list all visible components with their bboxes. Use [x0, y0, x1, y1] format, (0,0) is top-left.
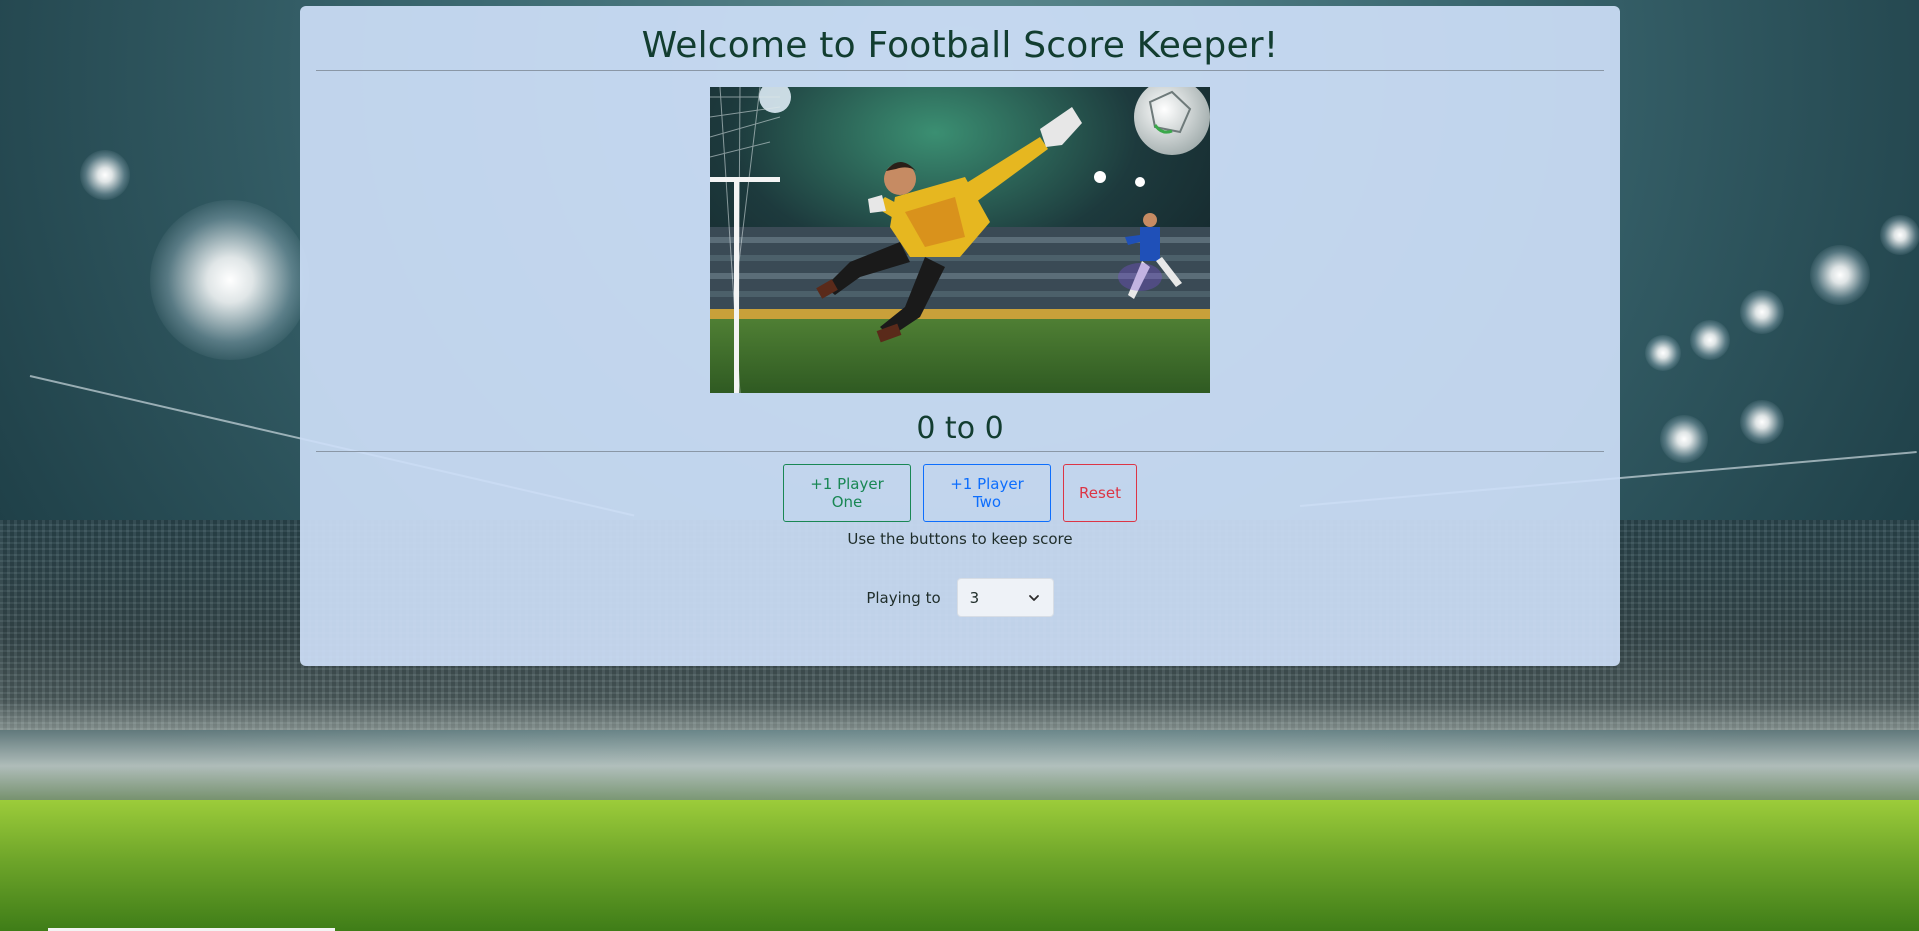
player-one-button[interactable]: +1 Player One [783, 464, 911, 522]
score-display: 0 to 0 [916, 411, 1004, 446]
stadium-light-right-4 [1645, 335, 1681, 371]
title-divider [316, 70, 1604, 71]
stadium-light-left [150, 200, 310, 360]
reset-button[interactable]: Reset [1063, 464, 1137, 522]
playing-to-value: 3 [969, 588, 980, 607]
goalkeeper-image [710, 87, 1210, 393]
football-pitch [0, 800, 1919, 931]
score-keeper-panel: Welcome to Football Score Keeper! 0 to 0… [300, 6, 1620, 666]
score-hint: Use the buttons to keep score [847, 530, 1073, 548]
stadium-light-right-6 [1660, 415, 1708, 463]
page-title: Welcome to Football Score Keeper! [641, 25, 1279, 66]
player-two-button[interactable]: +1 Player Two [923, 464, 1051, 522]
stadium-light-right-1 [1810, 245, 1870, 305]
score-controls: +1 Player One +1 Player Two Reset [316, 464, 1604, 522]
stadium-light-right-5 [1740, 400, 1784, 444]
stadium-light-right-7 [1880, 215, 1919, 255]
playing-to-row: Playing to 3 [316, 578, 1604, 617]
playing-to-label: Playing to [866, 588, 941, 607]
goalkeeper-illustration [710, 87, 1210, 393]
stadium-light-left-small [80, 150, 130, 200]
stadium-light-right-2 [1740, 290, 1784, 334]
playing-to-select[interactable]: 3 [956, 578, 1054, 617]
chevron-down-icon [1028, 595, 1039, 601]
score-divider [316, 451, 1604, 452]
stadium-light-right-3 [1690, 320, 1730, 360]
stadium-haze [0, 700, 1919, 810]
